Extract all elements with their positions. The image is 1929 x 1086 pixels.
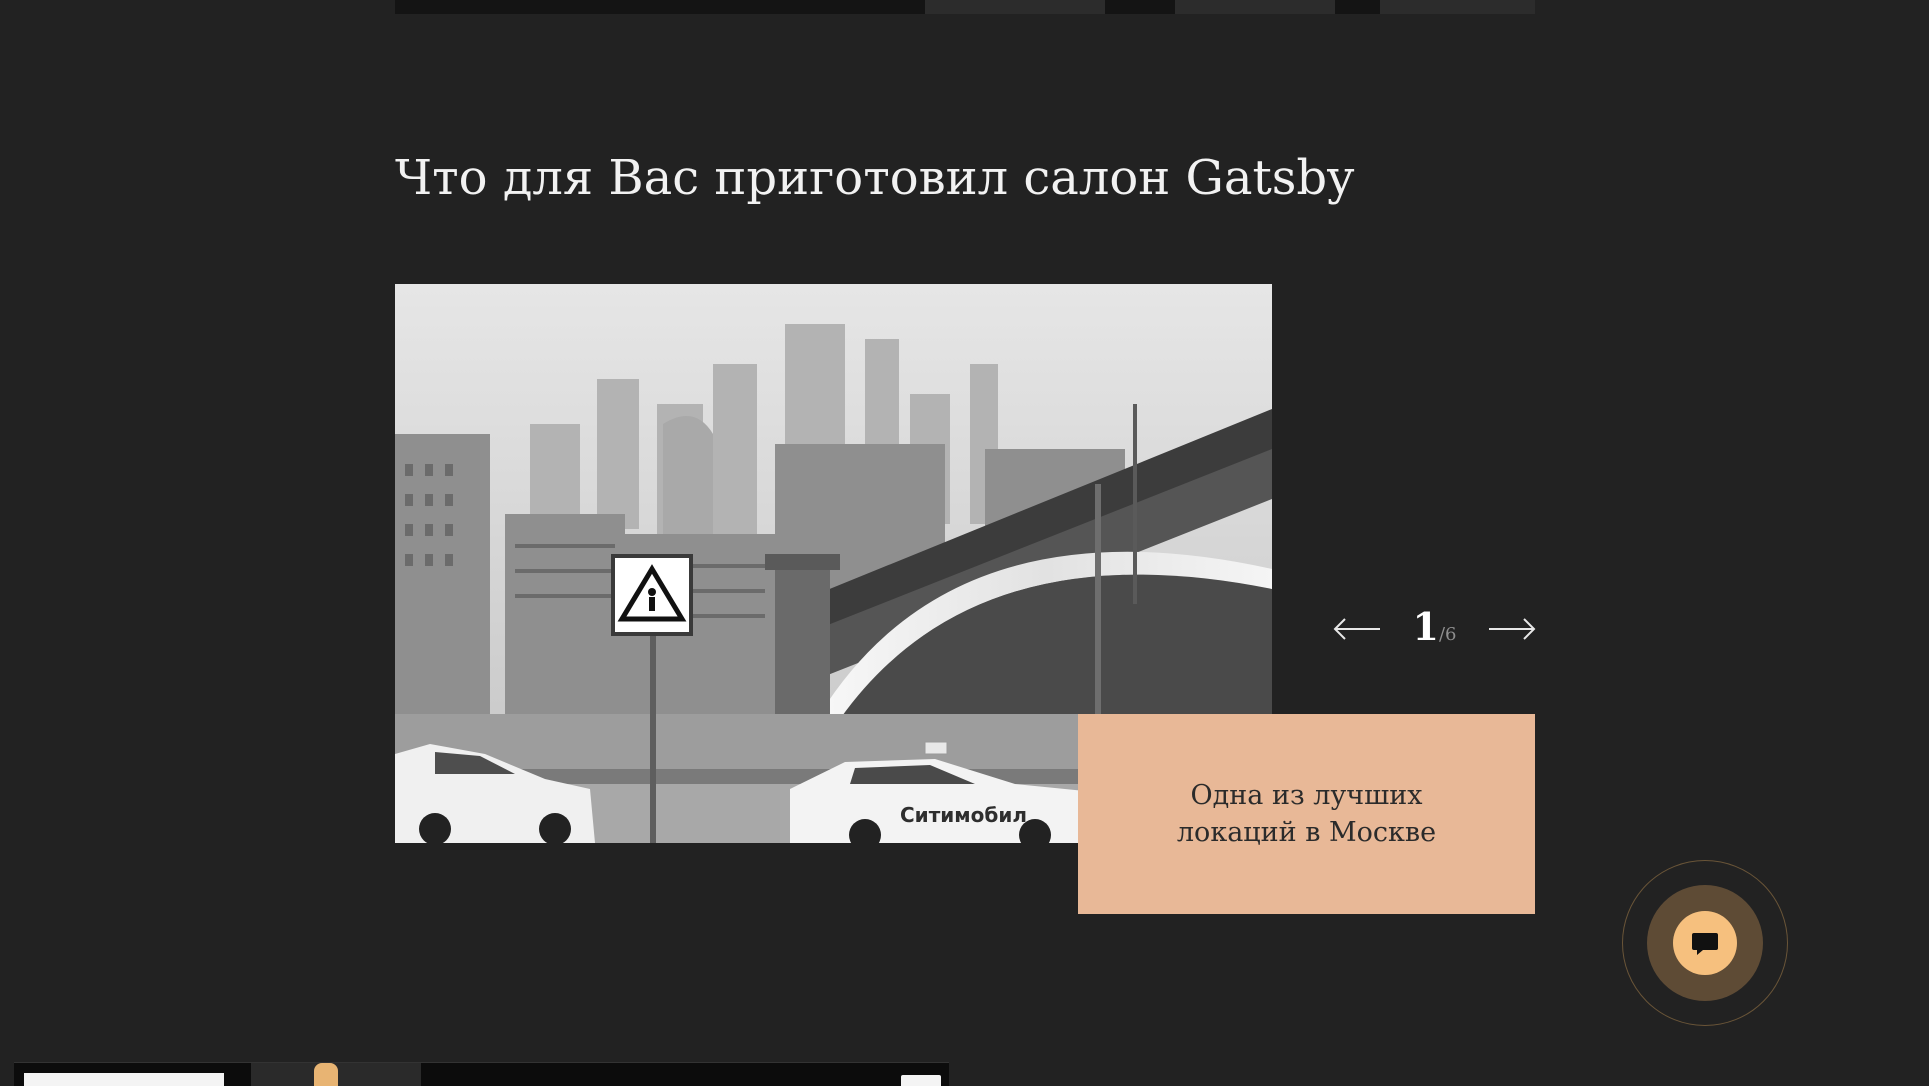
map-control-button[interactable]: [901, 1075, 941, 1086]
previous-section-image-strip: [395, 0, 1535, 14]
chat-widget-button[interactable]: [1622, 860, 1788, 1026]
taxi-brand-text: Ситимобил: [900, 803, 1027, 827]
arrow-right-icon[interactable]: [1487, 614, 1537, 644]
slide-caption-box: Одна из лучших локаций в Москве: [1078, 714, 1535, 914]
page: Что для Вас приготовил салон Gatsby Сити…: [0, 0, 1929, 1086]
total-slides-number: 6: [1445, 624, 1457, 645]
section-title: Что для Вас приготовил салон Gatsby: [395, 150, 1355, 206]
slide-caption: Одна из лучших локаций в Москве: [1176, 780, 1437, 848]
current-slide-number: 1: [1412, 604, 1439, 649]
chat-widget-core[interactable]: [1673, 911, 1737, 975]
map-search-box[interactable]: [24, 1073, 224, 1086]
map-preview[interactable]: [14, 1062, 949, 1086]
slider-controls: 1/6: [1332, 600, 1537, 660]
chat-bubble-icon: [1692, 933, 1718, 955]
map-pin-icon: [314, 1063, 338, 1086]
